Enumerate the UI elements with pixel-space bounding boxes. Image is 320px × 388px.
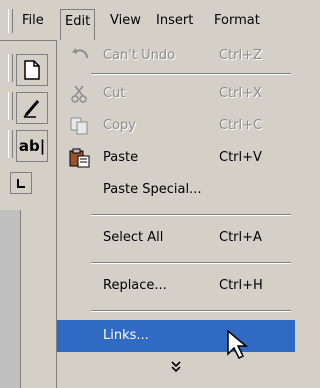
expand-menu-chevron-icon[interactable] — [57, 360, 295, 378]
toolbar-grip-3[interactable] — [8, 130, 13, 158]
menu-insert[interactable]: Insert — [152, 9, 197, 33]
menu-edit[interactable]: Edit — [60, 9, 96, 41]
mouse-cursor-icon — [227, 330, 249, 360]
menu-item-select-all[interactable]: Select All Ctrl+A — [57, 222, 295, 254]
edit-menu: Can't Undo Ctrl+Z Cut Ctrl+X Copy Ctrl+C… — [56, 40, 295, 388]
menu-bar: File Edit View Insert Format — [0, 0, 294, 41]
menubar-grip[interactable] — [8, 9, 13, 33]
menu-separator — [91, 73, 291, 75]
menu-item-paste[interactable]: Paste Ctrl+V — [57, 142, 295, 174]
menu-item-paste-special[interactable]: Paste Special... — [57, 174, 295, 206]
menu-separator — [91, 262, 291, 264]
draw-button[interactable] — [16, 92, 48, 124]
tab-selector-button[interactable] — [10, 172, 32, 194]
text-box-button[interactable]: ab| — [16, 130, 48, 162]
toolbar-grip-2[interactable] — [8, 92, 13, 120]
menu-file[interactable]: File — [18, 9, 48, 33]
menu-item-copy[interactable]: Copy Ctrl+C — [57, 110, 295, 142]
text-box-label: ab| — [18, 137, 46, 155]
undo-icon — [72, 48, 88, 59]
menu-format[interactable]: Format — [210, 9, 264, 33]
left-toolbar: ab| — [0, 40, 56, 388]
menu-separator — [91, 310, 291, 312]
menu-item-links[interactable]: Links... — [57, 320, 295, 352]
vertical-ruler — [0, 210, 21, 388]
menu-view[interactable]: View — [106, 9, 145, 33]
copy-icon — [70, 117, 88, 135]
toolbar-grip[interactable] — [8, 54, 13, 82]
cut-icon — [71, 85, 87, 103]
menu-item-cut[interactable]: Cut Ctrl+X — [57, 78, 295, 110]
menu-item-replace[interactable]: Replace... Ctrl+H — [57, 270, 295, 302]
menu-item-undo[interactable]: Can't Undo Ctrl+Z — [57, 40, 295, 72]
tab-stop-icon — [17, 179, 25, 188]
paste-icon — [69, 148, 90, 168]
menu-separator — [91, 214, 291, 216]
new-document-icon — [24, 60, 40, 80]
pencil-icon — [23, 100, 40, 118]
new-document-button[interactable] — [16, 54, 48, 86]
